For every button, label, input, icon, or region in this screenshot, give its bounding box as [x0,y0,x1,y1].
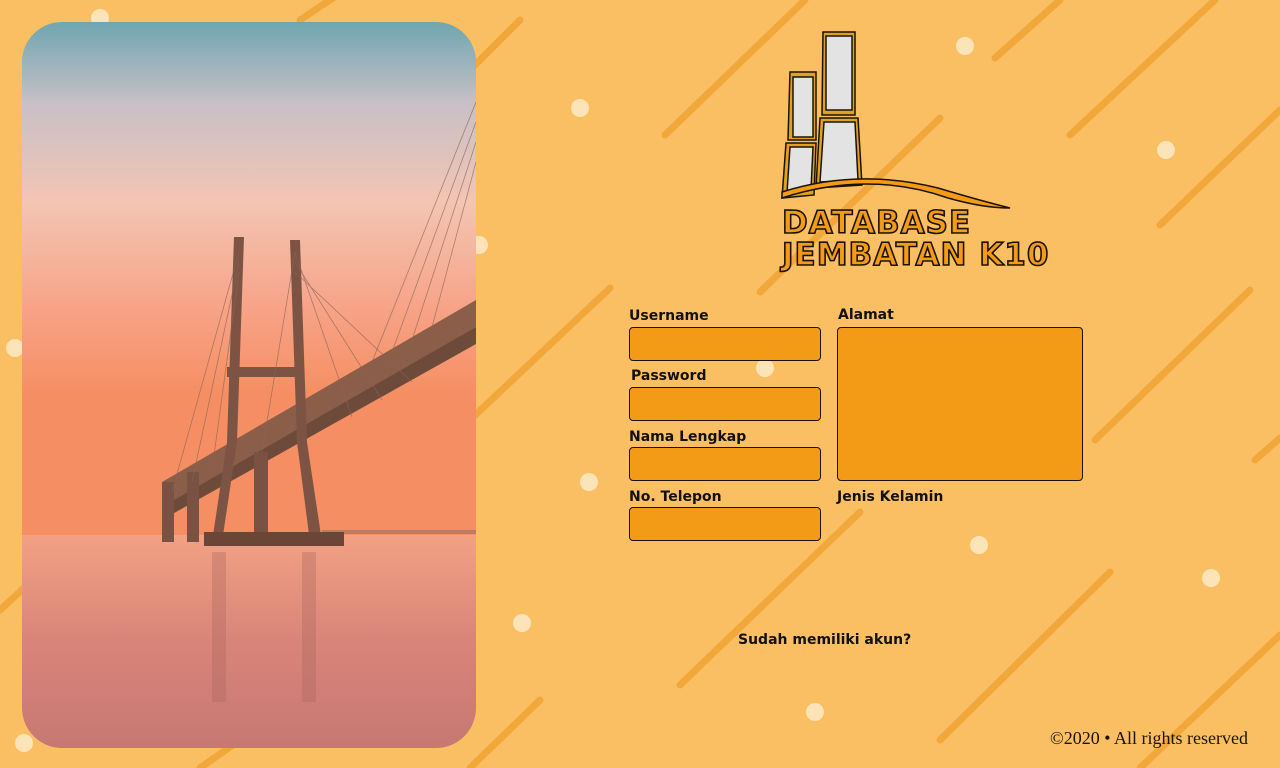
password-input[interactable] [629,387,821,421]
telepon-input[interactable] [629,507,821,541]
alamat-textarea[interactable] [837,327,1083,481]
username-label: Username [629,308,709,324]
password-label: Password [631,368,707,384]
telepon-label: No. Telepon [629,489,722,505]
brand-line-2: JEMBATAN K10 [781,237,1050,273]
login-link[interactable]: Sudah memiliki akun? [738,632,911,648]
username-input[interactable] [629,327,821,361]
nama-lengkap-input[interactable] [629,447,821,481]
bridge-sunset-photo [22,22,476,748]
alamat-label: Alamat [838,307,894,323]
nama-lengkap-label: Nama Lengkap [629,429,747,445]
copyright-footer: ©2020 • All rights reserved [1050,728,1248,748]
brand-line-1: DATABASE [781,205,972,241]
jenis-kelamin-label: Jenis Kelamin [837,489,944,505]
